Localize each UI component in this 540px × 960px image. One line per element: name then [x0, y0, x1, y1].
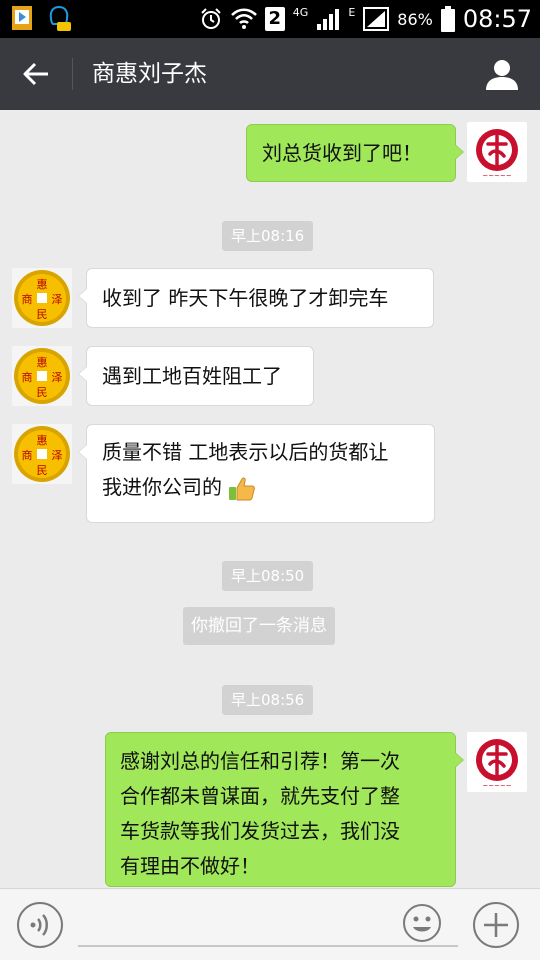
alarm-icon: [201, 8, 221, 29]
input-bar: [0, 888, 540, 960]
wifi-icon: [230, 8, 257, 29]
message-bubble-incoming[interactable]: 质量不错 工地表示以后的货都让 我进你公司的: [78, 424, 435, 523]
message-text-line: 感谢刘总的信任和引荐！第一次: [120, 749, 400, 773]
contact-avatar[interactable]: 惠 商 泽 民: [12, 268, 72, 328]
svg-text:商: 商: [22, 448, 33, 462]
profile-icon: [486, 60, 518, 90]
battery-percent: 86%: [397, 9, 433, 29]
my-avatar[interactable]: ~~~~~: [467, 122, 527, 182]
message-text-line: 车货款等我们发货过去，我们没: [120, 819, 400, 843]
message-text: 刘总货收到了吧！: [262, 141, 422, 165]
chat-header: 商惠刘子杰: [0, 38, 540, 110]
network-type-2: E: [348, 5, 356, 19]
thumbs-up-icon: [229, 476, 256, 500]
battery-icon: [440, 6, 455, 32]
svg-text:泽: 泽: [52, 371, 63, 384]
message-text-line: 合作都未曾谋面，就先支付了整: [120, 784, 400, 808]
back-button[interactable]: [12, 52, 60, 96]
svg-text:~~~~~: ~~~~~: [482, 782, 511, 790]
svg-text:泽: 泽: [52, 293, 63, 306]
svg-text:民: 民: [37, 308, 48, 321]
coin-avatar-icon: 惠 商 泽 民: [12, 346, 72, 406]
message-input[interactable]: [78, 945, 458, 947]
timestamp: 早上08:50: [222, 561, 314, 591]
message-bubble-incoming[interactable]: 收到了 昨天下午很晚了才卸完车: [78, 268, 434, 328]
media-icon: [12, 6, 32, 30]
svg-text:惠: 惠: [37, 433, 48, 447]
svg-text:商: 商: [22, 292, 33, 306]
plus-button[interactable]: [472, 901, 520, 949]
message-text: 遇到工地百姓阻工了: [102, 364, 282, 388]
signal-icon-2: [363, 7, 390, 31]
timestamp: 早上08:16: [222, 221, 314, 251]
chat-messages[interactable]: 刘总货收到了吧！ ~~~~~ 早上08:16 惠 商 泽 民 收到了 昨天下午很…: [0, 110, 540, 888]
contact-avatar[interactable]: 惠 商 泽 民: [12, 424, 72, 484]
svg-text:惠: 惠: [37, 355, 48, 369]
message-bubble-incoming[interactable]: 遇到工地百姓阻工了: [78, 346, 314, 406]
brand-logo-icon: ~~~~~: [467, 732, 527, 792]
message-text: 我进你公司的: [102, 475, 222, 499]
svg-text:泽: 泽: [52, 449, 63, 462]
brand-logo-icon: ~~~~~: [467, 122, 527, 182]
back-arrow-icon: [23, 62, 48, 86]
emoji-icon: [403, 904, 441, 942]
sim-badge: 2: [264, 7, 285, 31]
contact-avatar[interactable]: 惠 商 泽 民: [12, 346, 72, 406]
message-bubble-outgoing[interactable]: 刘总货收到了吧！: [246, 124, 464, 182]
message-bubble-outgoing[interactable]: 感谢刘总的信任和引荐！第一次 合作都未曾谋面，就先支付了整 车货款等我们发货过去…: [105, 732, 464, 887]
my-avatar[interactable]: ~~~~~: [467, 732, 527, 792]
header-divider: [72, 58, 73, 90]
signal-icon: [317, 9, 340, 30]
svg-text:惠: 惠: [37, 277, 48, 291]
clock: 08:57: [462, 5, 532, 33]
message-text-line: 有理由不做好！: [120, 854, 260, 878]
message-text-line: 质量不错 工地表示以后的货都让: [102, 440, 389, 464]
svg-text:~~~~~: ~~~~~: [482, 172, 511, 180]
status-bar: 2 4G E 86% 08:57: [0, 0, 540, 38]
message-text: 收到了 昨天下午很晚了才卸完车: [102, 286, 389, 310]
network-type: 4G: [292, 5, 309, 19]
notification-icon: [49, 5, 71, 31]
svg-text:民: 民: [37, 386, 48, 399]
voice-icon: [17, 902, 63, 948]
coin-avatar-icon: 惠 商 泽 民: [12, 268, 72, 328]
emoji-button[interactable]: [402, 903, 442, 943]
svg-text:民: 民: [37, 464, 48, 477]
plus-icon: [473, 902, 519, 948]
voice-button[interactable]: [16, 901, 64, 949]
profile-button[interactable]: [482, 54, 522, 94]
svg-text:商: 商: [22, 370, 33, 384]
coin-avatar-icon: 惠 商 泽 民: [12, 424, 72, 484]
message-text-line-2: 我进你公司的: [102, 470, 418, 505]
page-title: 商惠刘子杰: [92, 61, 207, 87]
recall-notice: 你撤回了一条消息: [183, 607, 335, 645]
timestamp: 早上08:56: [222, 685, 314, 715]
